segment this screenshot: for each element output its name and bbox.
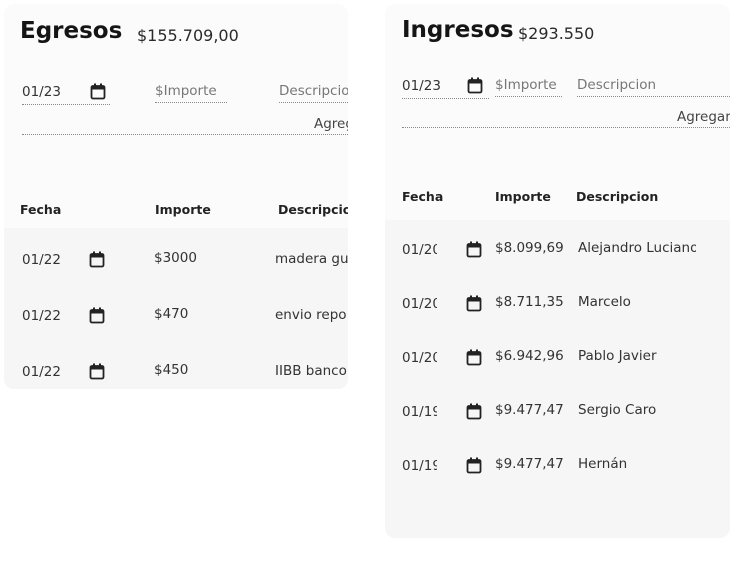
row-date[interactable]: 01/22 [22,252,61,268]
ingresos-description-placeholder: Descripcion [577,77,657,93]
ingresos-total: $293.550 [518,24,595,43]
egresos-col-descripcion: Descripcion [278,202,348,217]
row-date[interactable]: 01/19, [402,404,437,420]
ingresos-col-descripcion: Descripcion [576,189,659,204]
egresos-col-fecha: Fecha [20,202,62,217]
row-description[interactable]: Hernán [578,456,696,472]
ingresos-date-input[interactable]: 01/23 [402,76,489,99]
calendar-icon[interactable] [89,251,105,268]
row-description[interactable]: Sergio Caro [578,402,696,418]
calendar-icon[interactable] [89,363,105,380]
egresos-amount-input[interactable]: $Importe [155,82,227,103]
row-amount[interactable]: $9.477,47 [495,456,564,472]
row-date[interactable]: 01/20 [402,350,437,366]
ingresos-card: Ingresos $293.550 01/23 $Importe Descrip… [385,4,730,538]
ingresos-add-label: Agregar [677,109,730,125]
calendar-icon[interactable] [90,83,106,100]
row-description[interactable]: envio repo [275,307,347,323]
row-amount[interactable]: $9.477,47 [495,402,564,418]
egresos-col-importe: Importe [155,202,211,217]
row-date[interactable]: 01/22 [22,308,61,324]
row-amount[interactable]: $470 [154,306,188,322]
calendar-icon[interactable] [466,349,482,366]
ingresos-col-fecha: Fecha [402,189,444,204]
egresos-add-label: Agregar [314,116,348,132]
row-description[interactable]: Alejandro Luciano [578,240,696,256]
row-date[interactable]: 01/22 [22,364,61,380]
egresos-title: Egresos [20,18,123,44]
calendar-icon[interactable] [89,307,105,324]
row-description[interactable]: Pablo Javier [578,348,696,364]
calendar-icon[interactable] [466,457,482,474]
table-row: 01/22 $3000 madera gu [4,242,348,278]
table-row: 01/20 $6.942,96 Pablo Javier [385,340,730,376]
calendar-icon[interactable] [466,295,482,312]
ingresos-amount-placeholder: $Importe [495,77,557,93]
row-date[interactable]: 01/19, [402,458,437,474]
ingresos-amount-input[interactable]: $Importe [495,76,562,97]
row-date[interactable]: 01/20 [402,296,437,312]
egresos-description-input[interactable]: Descripcion [279,82,348,103]
row-amount[interactable]: $450 [154,362,188,378]
calendar-icon[interactable] [467,77,483,94]
ingresos-col-importe: Importe [495,189,551,204]
row-amount[interactable]: $6.942,96 [495,348,564,364]
ingresos-date-value: 01/23 [402,78,441,94]
ingresos-title: Ingresos [402,17,514,43]
row-amount[interactable]: $3000 [154,250,197,266]
egresos-date-value: 01/23 [22,84,61,100]
row-description[interactable]: Marcelo [578,294,696,310]
egresos-date-input[interactable]: 01/23 [22,82,110,105]
egresos-add-button[interactable]: Agregar [22,114,348,135]
table-row: 01/22 $450 IIBB banco [4,354,348,389]
ingresos-description-input[interactable]: Descripcion [577,76,730,97]
table-row: 01/19, $9.477,47 Hernán [385,448,730,484]
egresos-description-placeholder: Descripcion [279,83,348,99]
calendar-icon[interactable] [466,403,482,420]
ingresos-add-button[interactable]: Agregar [402,107,730,128]
table-row: 01/22 $470 envio repo [4,298,348,334]
row-amount[interactable]: $8.099,69 [495,240,564,256]
table-row: 01/20 $8.711,35 Marcelo [385,286,730,322]
row-date[interactable]: 01/20 [402,242,437,258]
calendar-icon[interactable] [466,241,482,258]
row-amount[interactable]: $8.711,35 [495,294,564,310]
row-description[interactable]: madera gu [275,251,348,267]
egresos-amount-placeholder: $Importe [155,83,217,99]
egresos-card: Egresos $155.709,00 01/23 $Importe Descr… [4,4,348,389]
row-description[interactable]: IIBB banco [275,363,347,379]
table-row: 01/19, $9.477,47 Sergio Caro [385,394,730,430]
table-row: 01/20 $8.099,69 Alejandro Luciano [385,232,730,268]
egresos-total: $155.709,00 [137,26,239,45]
